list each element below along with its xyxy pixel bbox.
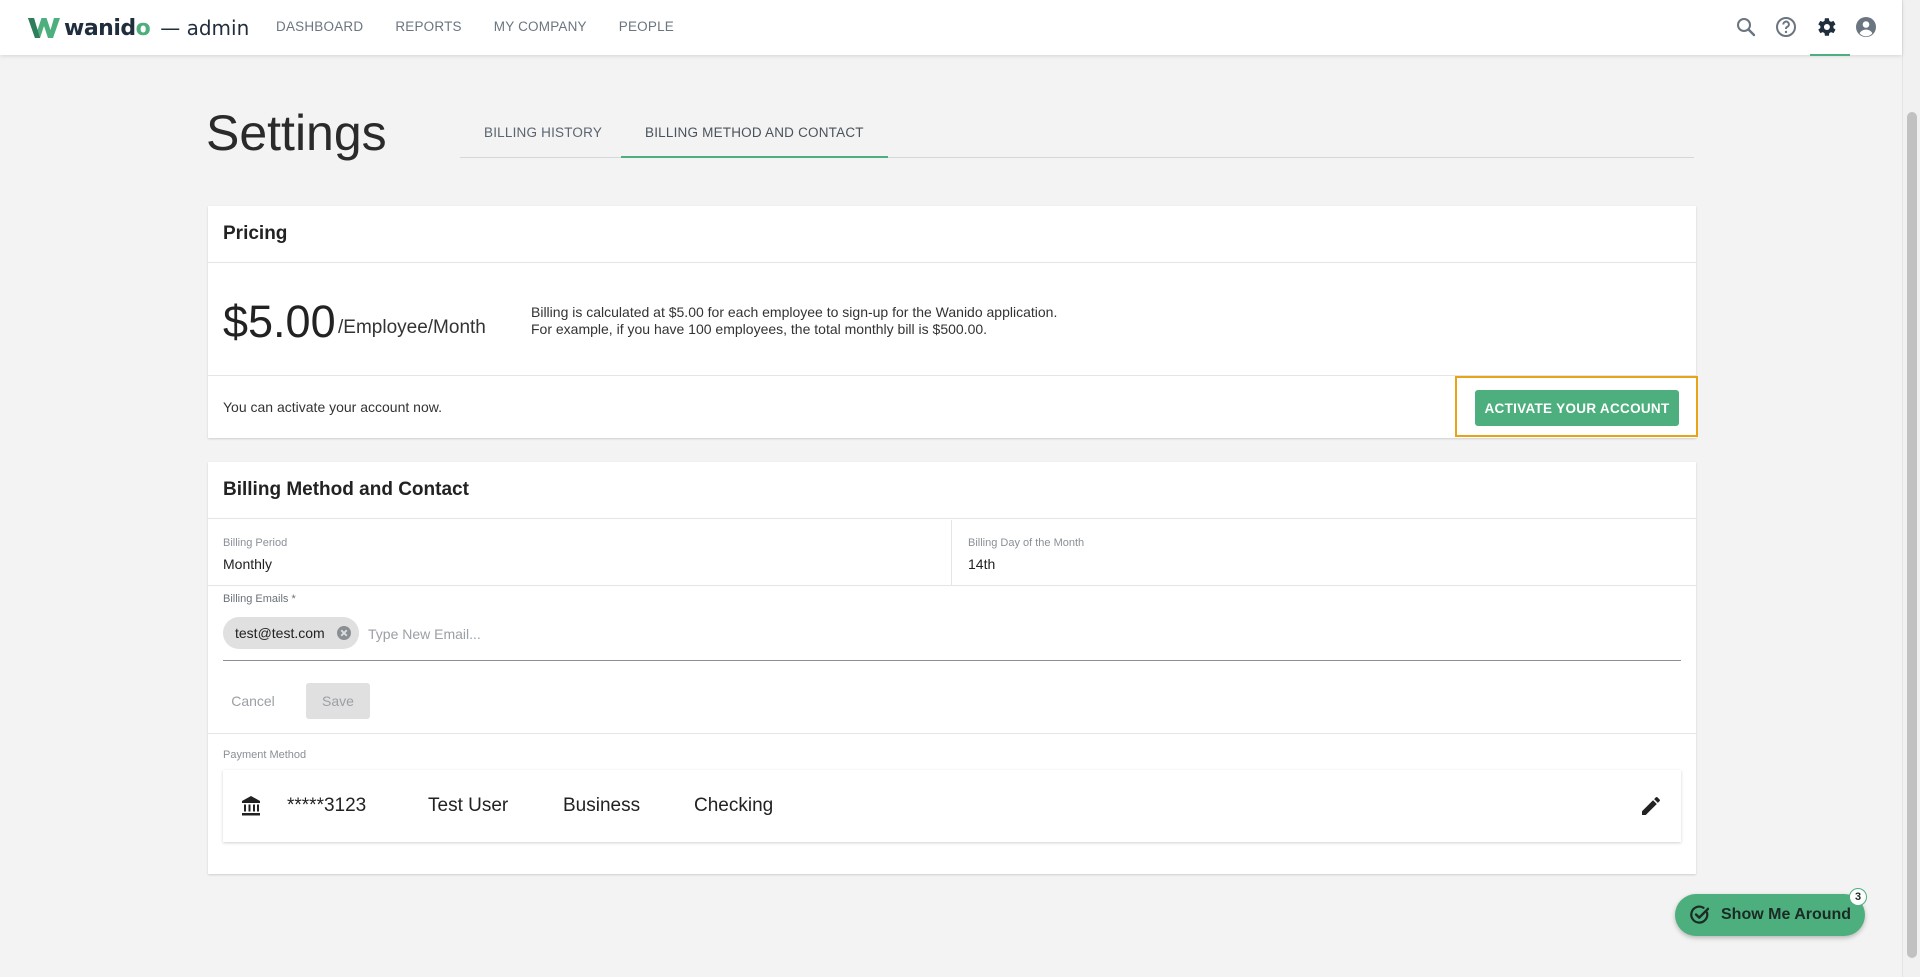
- search-icon[interactable]: [1734, 15, 1758, 39]
- tab-billing-history[interactable]: BILLING HISTORY: [460, 110, 626, 158]
- payment-method-card: *****3123 Test User Business Checking: [223, 770, 1681, 842]
- new-email-input[interactable]: [368, 623, 768, 645]
- tab-billing-method-and-contact[interactable]: BILLING METHOD AND CONTACT: [621, 110, 888, 158]
- remove-email-icon[interactable]: [335, 624, 353, 642]
- nav-my-company[interactable]: MY COMPANY: [494, 0, 587, 55]
- page-scrollbar[interactable]: [1902, 0, 1920, 977]
- pricing-card: Pricing $5.00 /Employee/Month Billing is…: [208, 206, 1698, 438]
- pricing-heading: Pricing: [208, 206, 1696, 263]
- price-value: $5.00: [223, 296, 336, 347]
- billing-period-field: Billing Period Monthly: [208, 520, 952, 586]
- activate-text: You can activate your account now.: [223, 399, 442, 415]
- billing-period-value: Monthly: [223, 556, 273, 572]
- price-description-line-1: Billing is calculated at $5.00 for each …: [531, 304, 1058, 320]
- activate-account-button[interactable]: ACTIVATE YOUR ACCOUNT: [1475, 390, 1679, 426]
- settings-icon[interactable]: [1814, 15, 1838, 39]
- help-icon[interactable]: [1774, 15, 1798, 39]
- billing-emails-field: Billing Emails * test@test.com: [223, 593, 1681, 661]
- billing-card: Billing Method and Contact Billing Perio…: [208, 462, 1696, 874]
- billing-day-value: 14th: [968, 556, 996, 572]
- payment-account-type: Business: [563, 795, 641, 816]
- email-chip-text: test@test.com: [235, 625, 325, 641]
- wanido-logo-icon: [28, 18, 60, 38]
- payment-account-name: Test User: [428, 795, 509, 816]
- price-unit: /Employee/Month: [338, 317, 486, 338]
- scrollbar-thumb[interactable]: [1907, 112, 1917, 958]
- payment-method-label: Payment Method: [223, 749, 307, 761]
- settings-tabs: BILLING HISTORY BILLING METHOD AND CONTA…: [460, 110, 1694, 158]
- logo[interactable]: wanido — admin: [26, 14, 249, 42]
- activate-row: You can activate your account now. ACTIV…: [208, 376, 1698, 438]
- top-navbar: wanido — admin DASHBOARD REPORTS MY COMP…: [0, 0, 1902, 55]
- bank-icon: [242, 796, 260, 816]
- show-me-around-label: Show Me Around: [1721, 906, 1852, 923]
- email-chip: test@test.com: [223, 617, 359, 649]
- payment-account-kind: Checking: [694, 795, 774, 816]
- billing-emails-label: Billing Emails *: [223, 593, 296, 605]
- payment-account-number: *****3123: [287, 795, 367, 816]
- tour-count-badge: 3: [1849, 888, 1867, 906]
- billing-heading: Billing Method and Contact: [208, 462, 1696, 519]
- brand-name: wanido: [64, 15, 151, 41]
- save-button[interactable]: Save: [306, 683, 370, 719]
- check-circle-icon: [1690, 905, 1710, 924]
- edit-icon[interactable]: [1639, 794, 1663, 818]
- billing-fields-row: Billing Period Monthly Billing Day of th…: [208, 520, 1696, 586]
- price-row: $5.00 /Employee/Month Billing is calcula…: [208, 264, 1696, 376]
- price-description: Billing is calculated at $5.00 for each …: [531, 304, 1057, 338]
- price-description-line-2: For example, if you have 100 employees, …: [531, 321, 988, 337]
- payment-method-section: Payment Method *****3123 Test User Busin…: [208, 733, 1696, 874]
- main-nav: DASHBOARD REPORTS MY COMPANY PEOPLE: [276, 0, 706, 55]
- nav-reports[interactable]: REPORTS: [395, 0, 461, 55]
- billing-period-label: Billing Period: [223, 537, 288, 549]
- account-icon[interactable]: [1854, 15, 1878, 39]
- brand-subtitle: — admin: [160, 16, 250, 40]
- page-title: Settings: [206, 105, 387, 161]
- active-icon-indicator: [1810, 54, 1850, 56]
- nav-dashboard[interactable]: DASHBOARD: [276, 0, 363, 55]
- nav-people[interactable]: PEOPLE: [619, 0, 674, 55]
- billing-day-field: Billing Day of the Month 14th: [953, 520, 1696, 586]
- cancel-button[interactable]: Cancel: [225, 683, 281, 719]
- billing-day-label: Billing Day of the Month: [968, 537, 1085, 549]
- show-me-around-button[interactable]: Show Me Around: [1675, 894, 1865, 936]
